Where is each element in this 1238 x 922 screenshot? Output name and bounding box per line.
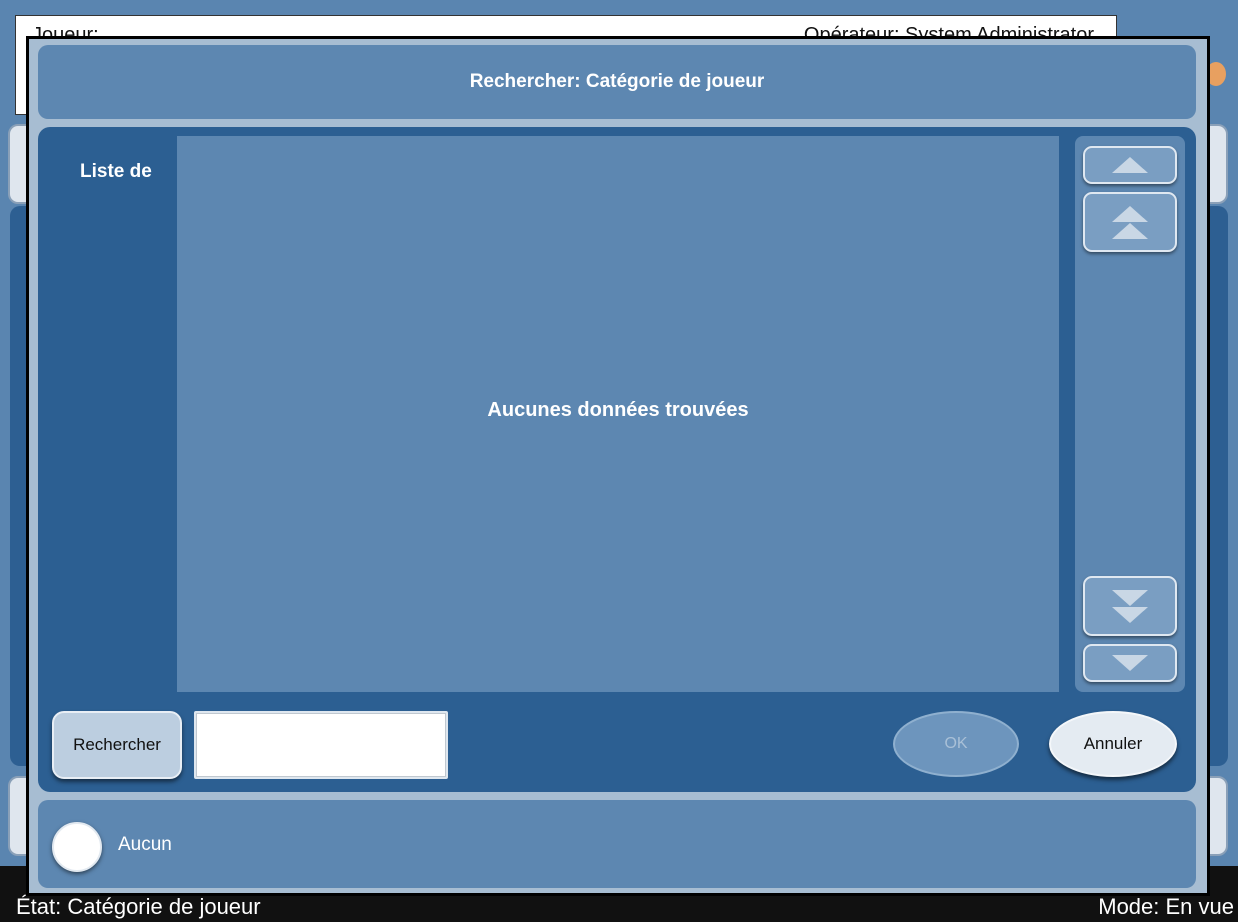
page-up-icon	[1112, 205, 1148, 222]
cancel-button[interactable]: Annuler	[1049, 711, 1177, 777]
page-down-icon	[1112, 589, 1148, 606]
results-panel: Liste de Aucunes données trouvées Recher…	[38, 127, 1196, 792]
search-input[interactable]	[194, 711, 448, 779]
options-panel: Aucun	[38, 800, 1196, 888]
scroll-controls	[1075, 136, 1185, 692]
list-label: Liste de	[80, 161, 152, 182]
empty-message: Aucunes données trouvées	[487, 398, 749, 421]
ok-button[interactable]: OK	[893, 711, 1019, 777]
status-mode: Mode: En vue	[1098, 894, 1234, 919]
none-radio[interactable]	[52, 822, 102, 872]
page-down-icon-lower	[1112, 606, 1148, 623]
search-dialog: Rechercher: Catégorie de joueur Liste de…	[26, 36, 1210, 896]
page-down-button[interactable]	[1083, 576, 1177, 636]
scroll-up-button[interactable]	[1083, 146, 1177, 184]
results-list[interactable]: Aucunes données trouvées	[177, 136, 1059, 692]
page-up-button[interactable]	[1083, 192, 1177, 252]
scroll-down-icon	[1112, 655, 1148, 671]
scroll-up-icon	[1112, 157, 1148, 173]
dialog-title: Rechercher: Catégorie de joueur	[469, 71, 765, 92]
search-button[interactable]: Rechercher	[52, 711, 182, 779]
page-up-icon-lower	[1112, 222, 1148, 239]
scroll-down-button[interactable]	[1083, 644, 1177, 682]
none-radio-label: Aucun	[118, 834, 172, 855]
status-state: État: Catégorie de joueur	[16, 894, 261, 919]
dialog-title-bar: Rechercher: Catégorie de joueur	[38, 45, 1196, 119]
